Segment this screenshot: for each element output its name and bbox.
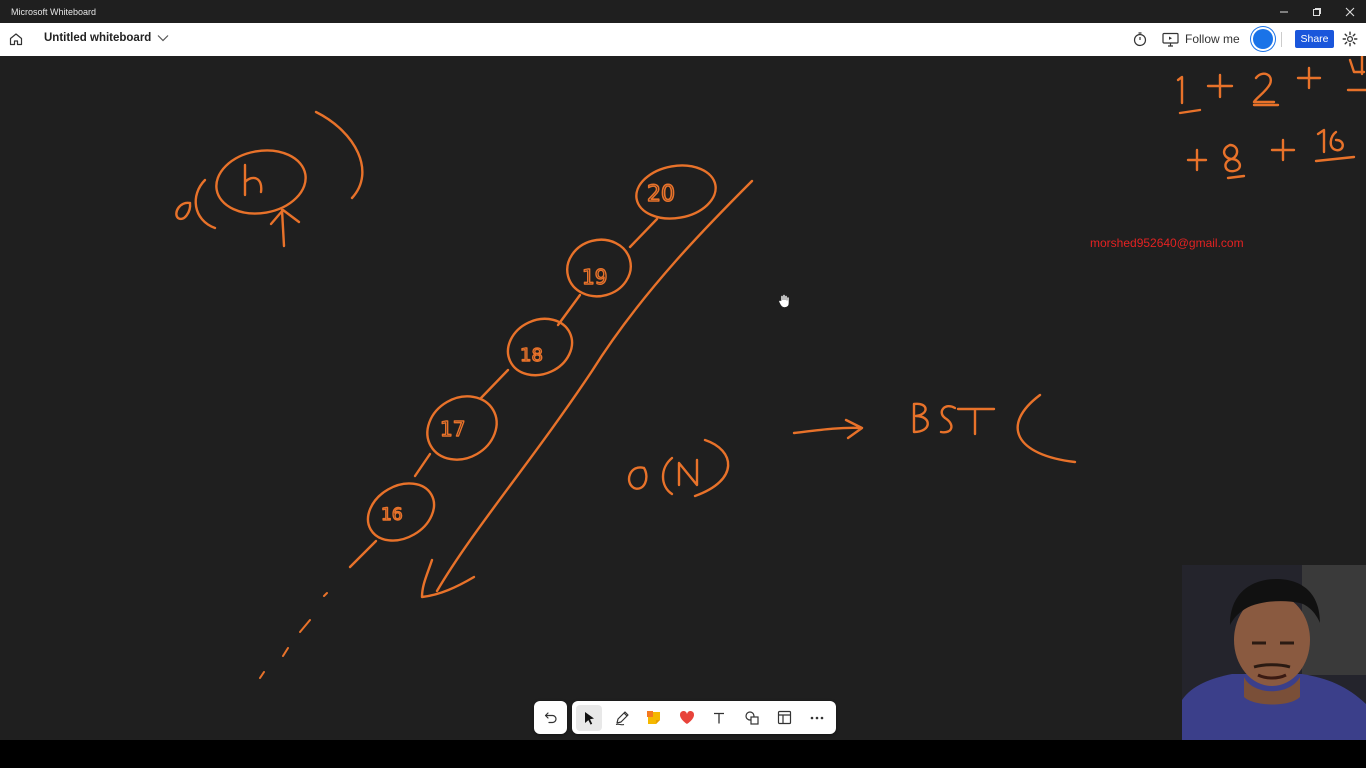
shapes-tool[interactable] (739, 705, 765, 731)
follow-me-button[interactable]: Follow me (1162, 29, 1240, 49)
restore-icon (1312, 7, 1321, 16)
webcam-overlay (1182, 565, 1366, 740)
follow-me-label: Follow me (1185, 32, 1240, 46)
ink-layer: 20 19 18 17 16 (175, 56, 1366, 679)
timer-icon[interactable] (1132, 31, 1148, 47)
whiteboard-canvas[interactable]: 20 19 18 17 16 morshed952640@gmail.com (0, 56, 1366, 740)
more-tool[interactable] (804, 705, 830, 731)
minimize-icon (1279, 11, 1288, 12)
undo-icon (544, 711, 557, 723)
ink-arrow-right (792, 418, 864, 440)
sticky-note-icon (647, 710, 660, 724)
avatar[interactable] (1253, 29, 1273, 49)
home-button[interactable] (7, 30, 25, 48)
close-button[interactable] (1333, 0, 1366, 23)
sticky-note-tool[interactable] (641, 705, 667, 731)
text-icon (714, 712, 724, 723)
title-bar: Microsoft Whiteboard (0, 0, 1366, 23)
window-controls (1267, 0, 1366, 23)
presenter-video (1182, 565, 1366, 740)
present-screen-icon (1162, 32, 1179, 47)
hand-cursor-icon (778, 294, 790, 308)
board-title[interactable]: Untitled whiteboard (44, 32, 151, 44)
reaction-tool[interactable] (674, 705, 700, 731)
ink-complexity-n (627, 438, 730, 498)
app-title: Microsoft Whiteboard (11, 6, 97, 17)
restore-button[interactable] (1300, 0, 1333, 23)
template-tool[interactable] (771, 705, 797, 731)
app-toolbar: Untitled whiteboard Follow me Share (0, 23, 1366, 56)
ink-series (1176, 56, 1366, 180)
pen-icon (615, 710, 629, 725)
template-icon (777, 710, 791, 725)
more-icon (810, 716, 823, 719)
shapes-icon (744, 710, 759, 725)
divider (1281, 32, 1282, 47)
undo-button[interactable] (534, 701, 567, 734)
node-17: 17 (440, 417, 465, 441)
share-button[interactable]: Share (1295, 30, 1334, 48)
ink-bst (912, 393, 1077, 464)
tools-pill (572, 701, 836, 734)
text-tool[interactable] (706, 705, 732, 731)
minimize-button[interactable] (1267, 0, 1300, 23)
node-16: 16 (381, 505, 403, 525)
node-19: 19 (582, 265, 607, 289)
reaction-heart-icon (679, 710, 694, 724)
ink-complexity-h (175, 110, 364, 248)
select-icon (585, 711, 594, 725)
bottom-bar (0, 740, 1366, 768)
close-icon (1345, 7, 1354, 16)
select-tool[interactable] (576, 704, 602, 731)
gear-icon[interactable] (1342, 31, 1358, 47)
ink-tree-chain: 20 19 18 17 16 (259, 164, 717, 679)
home-icon (9, 33, 23, 46)
pen-tool[interactable] (609, 705, 635, 731)
chevron-down-icon[interactable] (157, 34, 169, 42)
node-20: 20 (647, 182, 675, 207)
node-18: 18 (520, 345, 543, 366)
watermark-email: morshed952640@gmail.com (1090, 236, 1244, 250)
